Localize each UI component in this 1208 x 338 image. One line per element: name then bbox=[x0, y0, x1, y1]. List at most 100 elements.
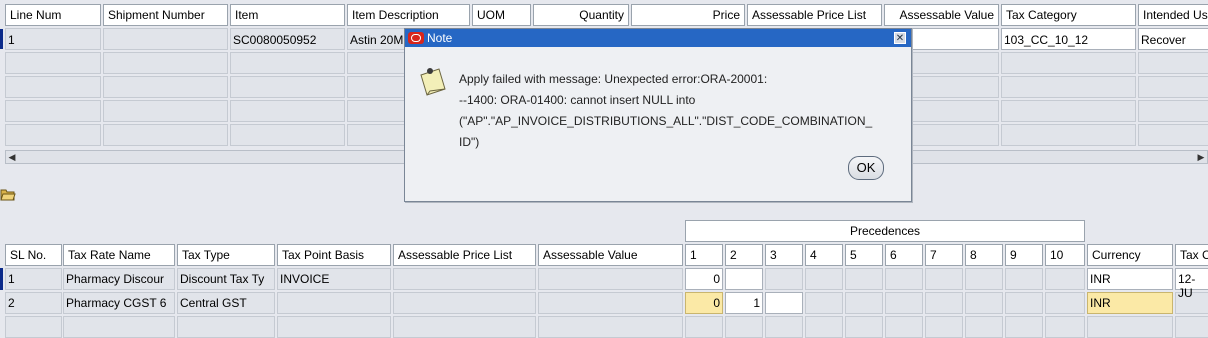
row1-tax-type: Discount Tax Ty bbox=[180, 272, 265, 286]
row1-line-num: 1 bbox=[8, 33, 15, 47]
col-header-tax-rate-name[interactable]: Tax Rate Name bbox=[63, 244, 175, 266]
col-header-shipment-number[interactable]: Shipment Number bbox=[103, 4, 228, 26]
row1-tax-rate-name: Pharmacy Discour bbox=[66, 272, 165, 286]
col-header-item-description[interactable]: Item Description bbox=[347, 4, 470, 26]
col-header-precedence-1[interactable]: 1 bbox=[685, 244, 723, 266]
col-header-price[interactable]: Price bbox=[631, 4, 745, 26]
row2-precedence-1: 0 bbox=[713, 296, 720, 310]
open-folder-icon[interactable] bbox=[0, 186, 16, 202]
col-header-precedence-5[interactable]: 5 bbox=[845, 244, 883, 266]
col-header-precedence-10[interactable]: 10 bbox=[1045, 244, 1085, 266]
table-cell[interactable] bbox=[765, 292, 803, 314]
col-header-precedence-6[interactable]: 6 bbox=[885, 244, 923, 266]
table-cell[interactable] bbox=[845, 292, 883, 314]
table-cell[interactable] bbox=[1045, 292, 1085, 314]
table-cell[interactable] bbox=[965, 268, 1003, 290]
table-cell[interactable] bbox=[1138, 124, 1208, 146]
table-cell[interactable] bbox=[5, 76, 101, 98]
col-header-assessable-price-list[interactable]: Assessable Price List bbox=[393, 244, 536, 266]
table-cell[interactable] bbox=[765, 268, 803, 290]
table-cell[interactable] bbox=[5, 52, 101, 74]
col-header-uom[interactable]: UOM bbox=[472, 4, 531, 26]
table-cell[interactable] bbox=[277, 292, 391, 314]
table-cell[interactable] bbox=[393, 268, 536, 290]
col-header-precedence-2[interactable]: 2 bbox=[725, 244, 763, 266]
close-icon[interactable]: ✕ bbox=[894, 32, 906, 44]
table-cell[interactable] bbox=[1045, 268, 1085, 290]
current-row-indicator bbox=[0, 29, 3, 49]
row1-tax-category: 103_CC_10_12 bbox=[1004, 33, 1089, 47]
message-line: Apply failed with message: Unexpected er… bbox=[459, 72, 768, 86]
table-cell[interactable] bbox=[103, 52, 228, 74]
col-header-sl-no[interactable]: SL No. bbox=[5, 244, 62, 266]
table-cell[interactable] bbox=[230, 124, 345, 146]
row2-tax-rate-name: Pharmacy CGST 6 bbox=[66, 296, 167, 310]
table-cell[interactable] bbox=[5, 100, 101, 122]
table-cell[interactable] bbox=[1138, 76, 1208, 98]
oracle-logo-icon bbox=[408, 32, 424, 44]
table-cell[interactable] bbox=[965, 292, 1003, 314]
message-line: ID") bbox=[459, 135, 480, 149]
col-header-precedence-3[interactable]: 3 bbox=[765, 244, 803, 266]
ok-button[interactable]: OK bbox=[848, 156, 884, 180]
table-cell[interactable] bbox=[5, 28, 101, 50]
col-header-quantity[interactable]: Quantity bbox=[533, 4, 629, 26]
table-cell[interactable] bbox=[230, 100, 345, 122]
col-header-precedence-8[interactable]: 8 bbox=[965, 244, 1003, 266]
col-header-precedence-9[interactable]: 9 bbox=[1005, 244, 1043, 266]
table-cell[interactable] bbox=[103, 124, 228, 146]
row1-precedence-1: 0 bbox=[713, 272, 720, 286]
col-header-assessable-value[interactable]: Assessable Value bbox=[884, 4, 999, 26]
table-cell[interactable] bbox=[1138, 52, 1208, 74]
table-cell[interactable] bbox=[1001, 52, 1136, 74]
table-cell[interactable] bbox=[1001, 76, 1136, 98]
table-cell[interactable] bbox=[103, 76, 228, 98]
row1-tax-point-basis: INVOICE bbox=[280, 272, 330, 286]
table-cell[interactable] bbox=[1001, 124, 1136, 146]
row2-precedence-2: 1 bbox=[753, 296, 760, 310]
col-header-item[interactable]: Item bbox=[230, 4, 345, 26]
table-cell[interactable] bbox=[230, 76, 345, 98]
table-cell[interactable] bbox=[885, 292, 923, 314]
row1-item: SC0080050952 bbox=[233, 33, 317, 47]
note-paper-icon bbox=[417, 65, 449, 99]
row2-tax-type: Central GST bbox=[180, 296, 247, 310]
row1-currency: INR bbox=[1090, 272, 1111, 286]
table-cell[interactable] bbox=[1005, 268, 1043, 290]
ok-button-label: OK bbox=[856, 160, 876, 175]
col-header-tax-point-basis[interactable]: Tax Point Basis bbox=[277, 244, 391, 266]
table-cell[interactable] bbox=[805, 292, 843, 314]
dialog-title-bar[interactable]: Note ✕ bbox=[405, 29, 911, 47]
table-cell[interactable] bbox=[925, 292, 963, 314]
col-header-line-num[interactable]: Line Num bbox=[5, 4, 101, 26]
scroll-left-arrow-icon[interactable]: ◀ bbox=[6, 151, 18, 163]
table-cell[interactable] bbox=[1138, 100, 1208, 122]
table-cell[interactable] bbox=[925, 268, 963, 290]
table-cell[interactable] bbox=[1001, 100, 1136, 122]
table-cell[interactable] bbox=[538, 268, 683, 290]
row1-intended-use: Recover bbox=[1141, 33, 1186, 47]
table-cell[interactable] bbox=[538, 292, 683, 314]
row1-tax-date: 12-JU bbox=[1178, 272, 1196, 300]
col-header-assessable-value[interactable]: Assessable Value bbox=[538, 244, 683, 266]
table-cell[interactable] bbox=[805, 268, 843, 290]
col-header-assessable-price-list[interactable]: Assessable Price List bbox=[747, 4, 882, 26]
table-cell[interactable] bbox=[5, 124, 101, 146]
table-cell[interactable] bbox=[103, 100, 228, 122]
col-header-tax-type[interactable]: Tax Type bbox=[177, 244, 275, 266]
table-cell[interactable] bbox=[885, 268, 923, 290]
table-cell[interactable] bbox=[103, 28, 228, 50]
col-header-precedence-7[interactable]: 7 bbox=[925, 244, 963, 266]
col-header-precedence-4[interactable]: 4 bbox=[805, 244, 843, 266]
scroll-right-arrow-icon[interactable]: ▶ bbox=[1195, 151, 1207, 163]
col-header-intended-use[interactable]: Intended Us bbox=[1138, 4, 1208, 26]
col-header-tax-date[interactable]: Tax C bbox=[1175, 244, 1208, 266]
table-cell[interactable] bbox=[845, 268, 883, 290]
table-cell[interactable] bbox=[725, 268, 763, 290]
col-header-currency[interactable]: Currency bbox=[1087, 244, 1173, 266]
col-header-tax-category[interactable]: Tax Category bbox=[1001, 4, 1136, 26]
precedences-group-header: Precedences bbox=[685, 220, 1085, 242]
table-cell[interactable] bbox=[230, 52, 345, 74]
table-cell[interactable] bbox=[1005, 292, 1043, 314]
table-cell[interactable] bbox=[393, 292, 536, 314]
